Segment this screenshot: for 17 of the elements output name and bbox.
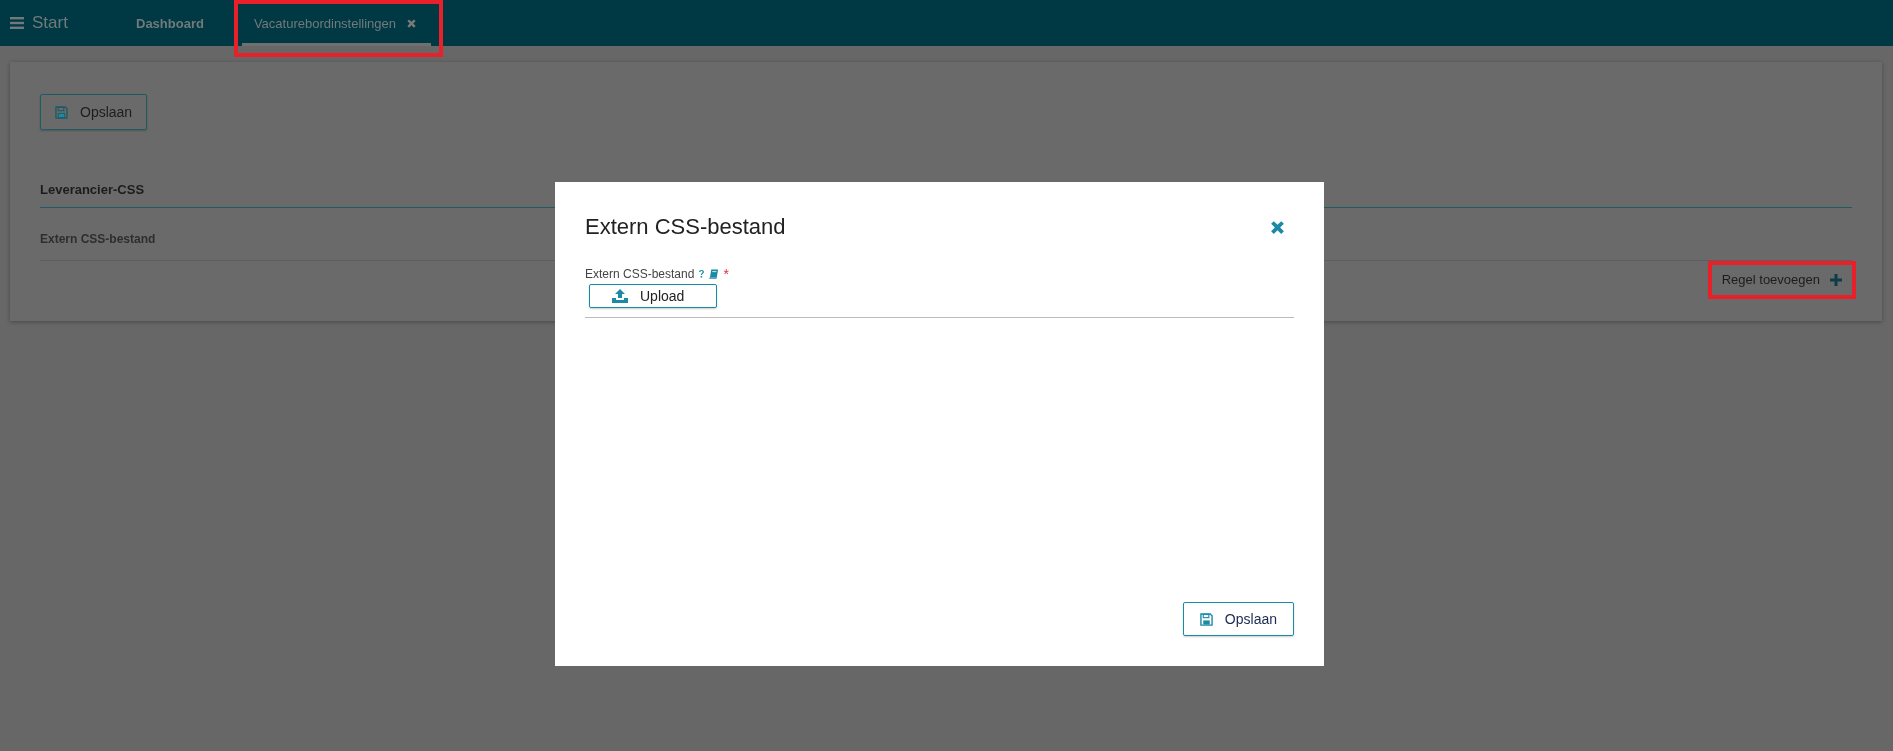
required-asterisk: * (723, 266, 729, 282)
book-icon[interactable] (709, 269, 720, 279)
modal-title: Extern CSS-bestand (585, 214, 786, 240)
add-row-button[interactable]: Regel toevoegen (1707, 261, 1856, 299)
tab[interactable]: Vacaturebordinstellingen (241, 0, 432, 46)
help-icon[interactable] (698, 269, 706, 279)
close-icon[interactable] (1269, 218, 1286, 236)
menu-icon[interactable] (10, 17, 24, 29)
close-icon[interactable] (406, 18, 418, 29)
tab[interactable]: Dashboard (130, 0, 210, 46)
save-button[interactable]: Opslaan (1182, 602, 1294, 636)
upload-button[interactable]: Upload (589, 284, 718, 308)
plus-icon (1830, 273, 1842, 286)
upload-icon (612, 289, 628, 303)
start-label[interactable]: Start (32, 13, 68, 33)
save-button[interactable]: Opslaan (40, 94, 148, 130)
field-label: Extern CSS-bestand (585, 267, 695, 281)
